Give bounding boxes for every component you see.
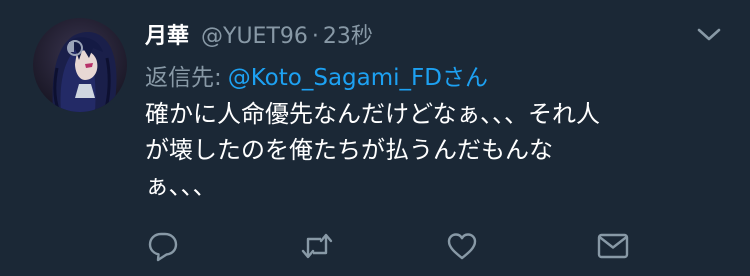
tweet-text-line: 確かに人命優先なんだけどなぁ、、、それ人 [145,100,601,128]
tweet-text-line: が壊したのを俺たちが払うんだもんな [145,136,553,164]
tweet-actions [0,228,750,264]
like-icon [445,229,479,263]
tweet[interactable]: 月華 @YUET96 · 23秒 返信先: @Koto_Sagami_FDさん 確… [0,0,750,276]
reply-button[interactable] [145,228,181,264]
reply-target-link[interactable]: @Koto_Sagami_FDさん [228,65,488,91]
avatar[interactable] [33,18,127,112]
message-button[interactable] [595,228,631,264]
reply-context: 返信先: @Koto_Sagami_FDさん [145,58,488,92]
like-button[interactable] [444,228,480,264]
user-handle[interactable]: @YUET96 [201,24,308,49]
retweet-icon [299,229,335,263]
tweet-text: 確かに人命優先なんだけどなぁ、、、それ人 が壊したのを俺たちが払うんだもんな ぁ… [145,96,725,204]
direct-message-icon [595,231,631,261]
timestamp[interactable]: 23秒 [323,18,373,50]
chevron-down-icon[interactable] [694,24,724,46]
tweet-header: 月華 @YUET96 · 23秒 [145,18,373,52]
retweet-button[interactable] [299,228,335,264]
reply-icon [146,229,180,263]
reply-prefix: 返信先: [145,65,222,91]
display-name[interactable]: 月華 [145,18,189,50]
separator-dot: · [311,24,319,49]
tweet-text-line: ぁ、、、 [145,172,217,200]
